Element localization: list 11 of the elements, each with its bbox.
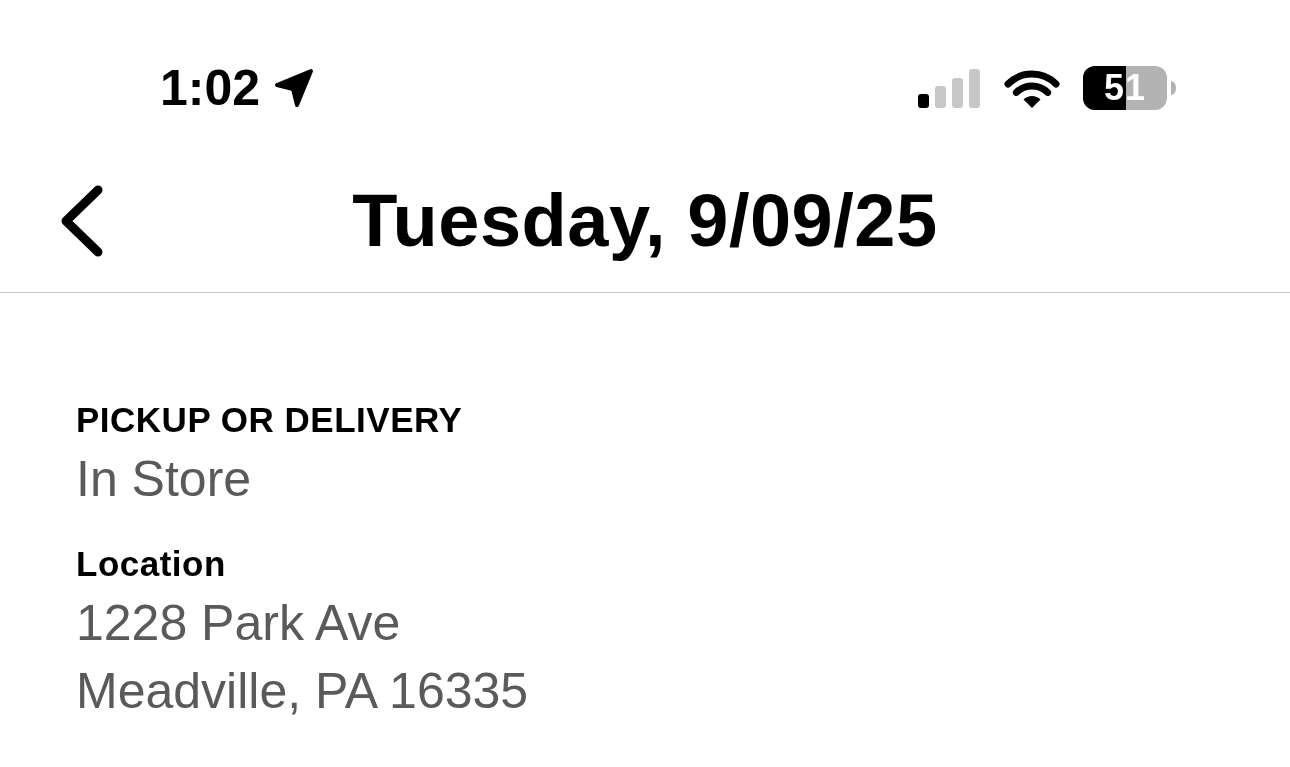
signal-bars-icon bbox=[917, 68, 981, 108]
field-label: PICKUP OR DELIVERY bbox=[76, 399, 463, 441]
location-arrow-icon bbox=[274, 68, 315, 108]
field-value: In Store bbox=[76, 450, 252, 509]
field-value: 1228 Park Ave bbox=[76, 594, 401, 653]
page-title: Tuesday, 9/09/25 bbox=[352, 178, 938, 264]
field-label: Location bbox=[76, 543, 226, 585]
field-value: Meadville, PA 16335 bbox=[76, 662, 529, 721]
wifi-icon bbox=[1003, 68, 1061, 108]
chevron-left-icon bbox=[60, 185, 104, 257]
status-time: 1:02 bbox=[160, 60, 261, 116]
